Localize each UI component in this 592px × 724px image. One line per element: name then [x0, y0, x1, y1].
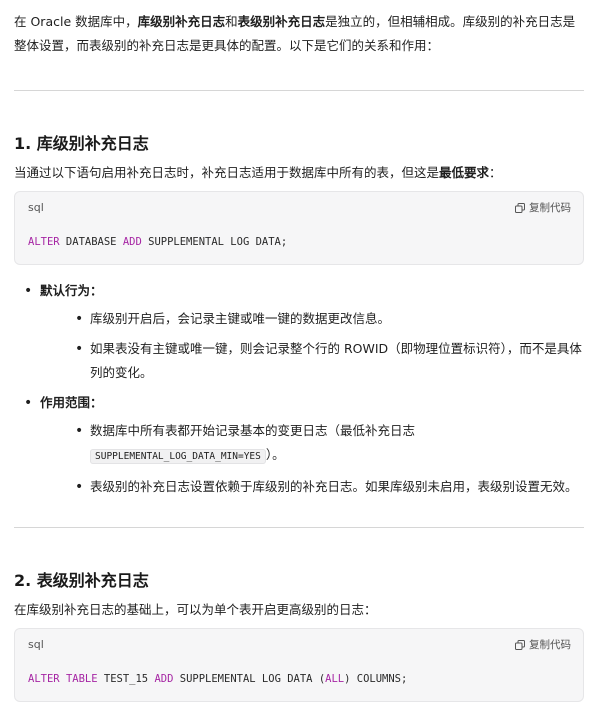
copy-icon — [515, 639, 525, 650]
code-text: SUPPLEMENTAL LOG DATA; — [141, 236, 288, 248]
sub-list: 数据库中所有表都开始记录基本的变更日志（最低补充日志 SUPPLEMENTAL_L… — [40, 419, 584, 499]
sub-item-text: 数据库中所有表都开始记录基本的变更日志（最低补充日志 — [90, 423, 416, 438]
code-language-label: sql — [28, 638, 44, 651]
lead-end: ： — [489, 165, 502, 180]
section-heading-db-level: 1. 库级别补充日志 — [14, 134, 149, 153]
lead-text: 当通过以下语句启用补充日志时，补充日志适用于数据库中所有的表，但这是 — [14, 165, 440, 180]
code-text: ) COLUMNS; — [344, 673, 408, 685]
lead-bold: 最低要求 — [439, 165, 490, 180]
sub-list-item: 库级别开启后，会记录主键或唯一键的数据更改信息。 — [40, 307, 584, 331]
section-heading-table-level: 2. 表级别补充日志 — [14, 571, 149, 590]
copy-code-label: 复制代码 — [529, 639, 571, 651]
code-keyword: ALTER — [28, 673, 60, 685]
code-text: TEST_15 — [97, 673, 155, 685]
code-keyword: ALL — [325, 673, 345, 685]
code-keyword: ADD — [154, 673, 174, 685]
intro-bold-db-level: 库级别补充日志 — [137, 14, 226, 29]
code-block: sql 复制代码 ALTER DATABASE ADD SUPPLEMENTAL… — [14, 191, 584, 265]
code-block: sql 复制代码 ALTER TABLE TEST_15 ADD SUPPLEM… — [14, 628, 584, 702]
intro-bold-table-level: 表级别补充日志 — [237, 14, 326, 29]
list-item: 作用范围： 数据库中所有表都开始记录基本的变更日志（最低补充日志 SUPPLEME… — [14, 391, 584, 499]
copy-icon — [515, 202, 525, 213]
chat-response: 在 Oracle 数据库中，库级别补充日志和表级别补充日志是独立的，但相辅相成。… — [14, 0, 584, 702]
list-item-label: 作用范围： — [40, 395, 103, 410]
divider — [14, 90, 584, 91]
copy-code-label: 复制代码 — [529, 202, 571, 214]
code-line: ALTER DATABASE ADD SUPPLEMENTAL LOG DATA… — [28, 236, 287, 248]
code-text: DATABASE — [59, 236, 123, 248]
sub-item-end: ）。 — [265, 447, 285, 462]
sub-list: 库级别开启后，会记录主键或唯一键的数据更改信息。 如果表没有主键或唯一键，则会记… — [40, 307, 584, 385]
code-keyword: TABLE — [65, 673, 98, 685]
intro-paragraph: 在 Oracle 数据库中，库级别补充日志和表级别补充日志是独立的，但相辅相成。… — [14, 0, 584, 58]
code-keyword: ADD — [122, 236, 142, 248]
copy-code-button[interactable]: 复制代码 — [515, 200, 571, 215]
intro-text: 和 — [225, 14, 238, 29]
bullet-list: 默认行为： 库级别开启后，会记录主键或唯一键的数据更改信息。 如果表没有主键或唯… — [14, 279, 584, 499]
code-line: ALTER TABLE TEST_15 ADD SUPPLEMENTAL LOG… — [28, 673, 407, 685]
copy-code-button[interactable]: 复制代码 — [515, 637, 571, 652]
intro-text: 在 Oracle 数据库中， — [14, 14, 138, 29]
list-item: 默认行为： 库级别开启后，会记录主键或唯一键的数据更改信息。 如果表没有主键或唯… — [14, 279, 584, 385]
sub-list-item: 如果表没有主键或唯一键，则会记录整个行的 ROWID（即物理位置标识符），而不是… — [40, 337, 584, 385]
sub-list-item: 表级别的补充日志设置依赖于库级别的补充日志。如果库级别未启用，表级别设置无效。 — [40, 475, 584, 499]
code-keyword: ALTER — [28, 236, 60, 248]
list-item-label: 默认行为： — [40, 283, 103, 298]
section-lead: 在库级别补充日志的基础上，可以为单个表开启更高级别的日志： — [14, 602, 377, 617]
code-text: SUPPLEMENTAL LOG DATA ( — [173, 673, 326, 685]
divider — [14, 527, 584, 528]
sub-list-item: 数据库中所有表都开始记录基本的变更日志（最低补充日志 SUPPLEMENTAL_L… — [40, 419, 584, 469]
code-language-label: sql — [28, 201, 44, 214]
inline-code: SUPPLEMENTAL_LOG_DATA_MIN=YES — [90, 449, 266, 464]
section-lead: 当通过以下语句启用补充日志时，补充日志适用于数据库中所有的表，但这是最低要求： — [14, 161, 584, 185]
